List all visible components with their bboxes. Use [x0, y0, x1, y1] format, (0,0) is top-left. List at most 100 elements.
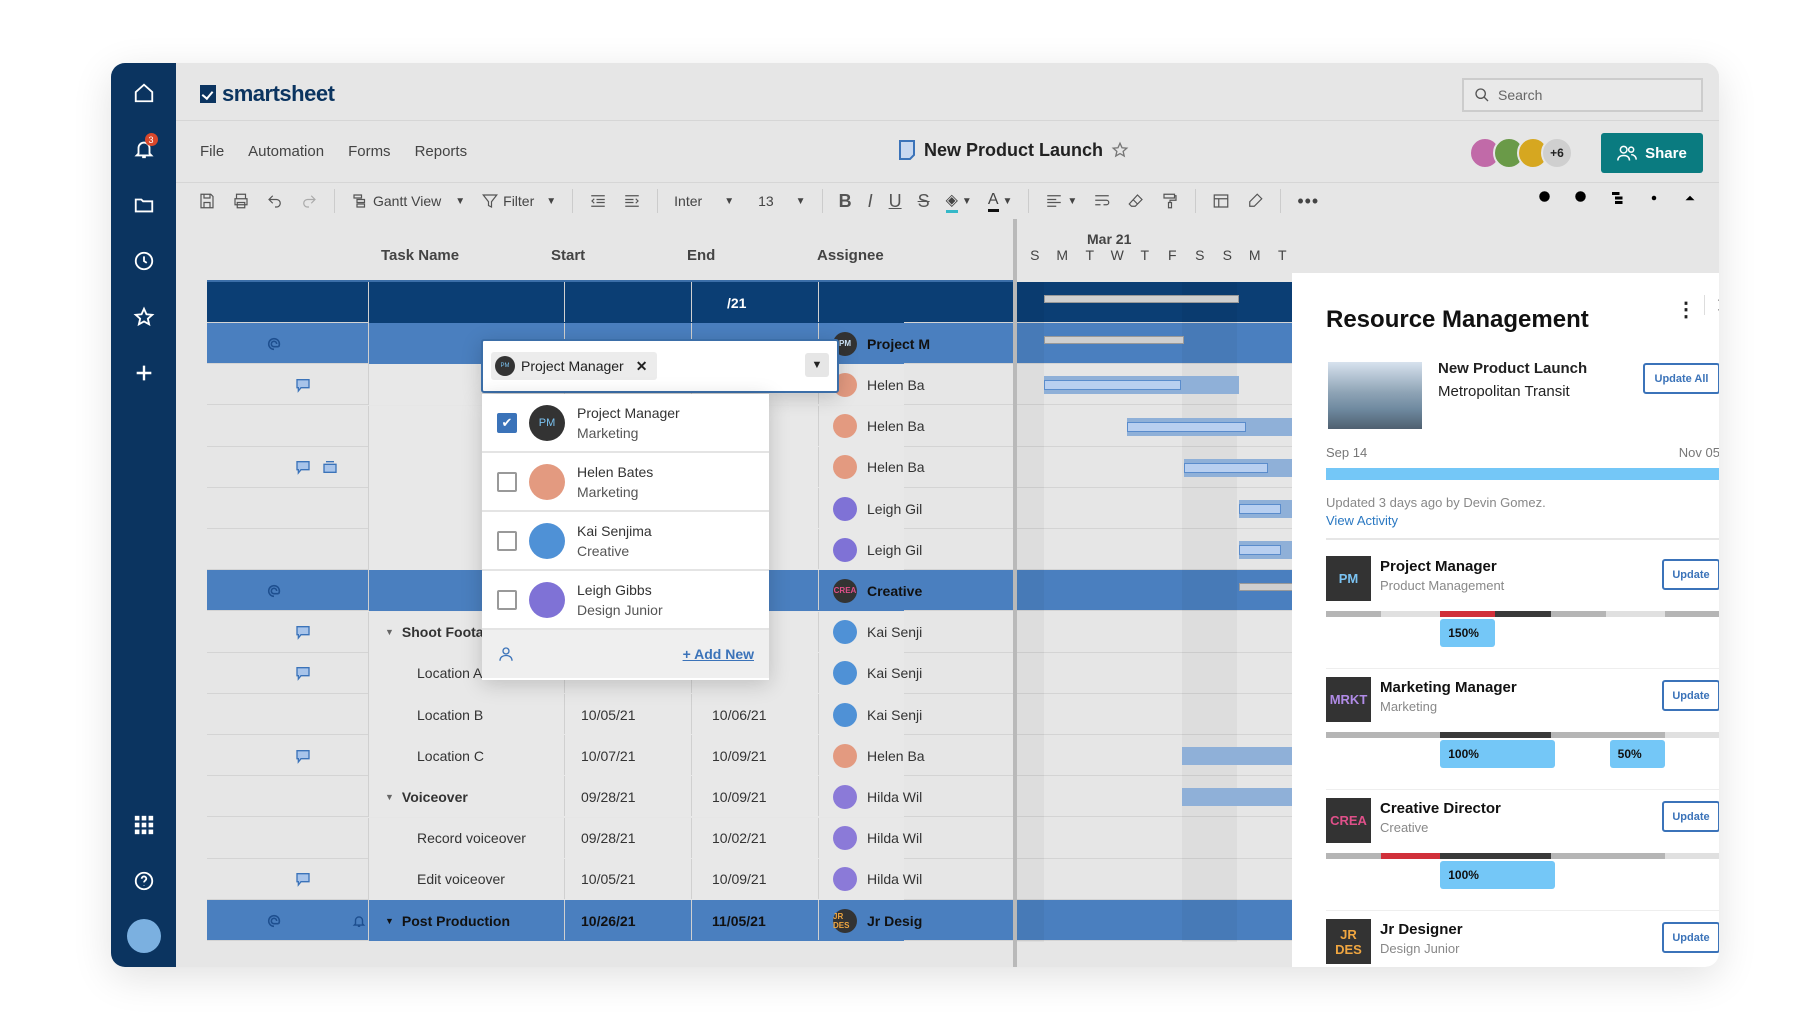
assignee-multiselect-input[interactable]: PM Project Manager ✕ ▼ — [481, 339, 839, 393]
comment-icon[interactable] — [295, 735, 311, 776]
collaborator-avatars[interactable]: +6 — [1469, 137, 1573, 169]
attachment-icon[interactable] — [265, 900, 283, 941]
collapse-triangle-icon[interactable]: ▼ — [385, 792, 394, 802]
outdent-button[interactable] — [589, 192, 607, 210]
italic-button[interactable]: I — [868, 191, 873, 212]
font-size-select[interactable]: 13 ▼ — [758, 193, 805, 209]
gantt-task-bar[interactable] — [1182, 788, 1297, 807]
assignee-cell[interactable]: Hilda Wil — [833, 818, 1013, 859]
dropdown-option[interactable]: Kai Senjima Creative — [482, 512, 769, 571]
view-activity-link[interactable]: View Activity — [1326, 513, 1398, 528]
close-panel-icon[interactable]: ✕ — [1716, 293, 1719, 319]
comment-icon[interactable] — [295, 364, 311, 405]
gantt-task-bar[interactable] — [1127, 417, 1297, 436]
end-date-cell[interactable]: /21 — [727, 282, 746, 323]
option-checkbox[interactable] — [497, 471, 517, 492]
dropdown-toggle-button[interactable]: ▼ — [805, 353, 829, 377]
gantt-task-bar[interactable] — [1182, 747, 1297, 766]
end-date-cell[interactable]: 10/02/21 — [712, 818, 767, 859]
end-date-cell[interactable]: 10/09/21 — [712, 859, 767, 900]
recent-clock-icon[interactable] — [128, 245, 160, 277]
grid-view-button[interactable] — [1212, 192, 1230, 210]
column-header-assignee[interactable]: Assignee — [817, 247, 884, 264]
font-family-select[interactable]: Inter ▼ — [674, 193, 734, 209]
update-all-button[interactable]: Update All — [1643, 363, 1719, 394]
proof-icon[interactable] — [322, 447, 338, 488]
favorites-star-icon[interactable] — [128, 301, 160, 333]
dropdown-option[interactable]: Helen Bates Marketing — [482, 453, 769, 512]
indent-button[interactable] — [623, 192, 641, 210]
assignee-cell[interactable]: Helen Ba — [833, 364, 1013, 405]
remove-chip-icon[interactable]: ✕ — [636, 358, 648, 375]
assignee-cell[interactable]: Helen Ba — [833, 447, 1013, 488]
collapse-chevron-up-icon[interactable] — [1681, 189, 1699, 207]
user-avatar[interactable] — [126, 919, 161, 953]
menu-forms[interactable]: Forms — [348, 143, 391, 160]
assignee-cell[interactable]: Kai Senji — [833, 694, 1013, 735]
text-color-button[interactable]: A ▼ — [987, 191, 1012, 212]
zoom-in-icon[interactable] — [1573, 189, 1591, 207]
clear-format-button[interactable] — [1127, 192, 1145, 210]
gantt-task-bar[interactable] — [1239, 500, 1299, 518]
view-selector[interactable]: Gantt View ▼ — [351, 192, 465, 210]
apps-grid-icon[interactable] — [128, 809, 160, 841]
bold-button[interactable]: B — [839, 191, 852, 212]
assignee-cell[interactable]: Hilda Wil — [833, 776, 1013, 817]
dropdown-option[interactable]: Leigh Gibbs Design Junior — [482, 571, 769, 630]
gantt-settings-icon[interactable] — [1609, 189, 1627, 207]
end-date-cell[interactable]: 11/05/21 — [712, 900, 766, 941]
folder-icon[interactable] — [128, 189, 160, 221]
update-button[interactable]: Update — [1662, 801, 1719, 832]
start-date-cell[interactable]: 09/28/21 — [581, 776, 636, 817]
comment-icon[interactable] — [295, 859, 311, 900]
more-options-button[interactable]: ••• — [1297, 191, 1319, 212]
comment-icon[interactable] — [295, 447, 311, 488]
assignee-cell[interactable]: Kai Senji — [833, 612, 1013, 653]
start-date-cell[interactable]: 10/05/21 — [581, 859, 636, 900]
update-button[interactable]: Update — [1662, 680, 1719, 711]
task-name-cell[interactable]: Record voiceover — [417, 818, 526, 859]
gantt-summary-bar[interactable] — [1044, 336, 1184, 345]
smartsheet-logo[interactable]: smartsheet — [200, 81, 335, 107]
column-header-end[interactable]: End — [687, 247, 715, 264]
zoom-out-icon[interactable] — [1537, 189, 1555, 207]
notifications-icon[interactable]: 3 — [128, 133, 160, 165]
gantt-task-bar[interactable] — [1239, 541, 1299, 560]
task-name-cell[interactable]: Location A — [417, 653, 482, 694]
panel-more-icon[interactable]: ⋮ — [1676, 297, 1696, 322]
format-painter-button[interactable] — [1161, 192, 1179, 210]
align-button[interactable]: ▼ — [1045, 192, 1077, 210]
start-date-cell[interactable]: 10/07/21 — [581, 735, 636, 776]
search-input[interactable]: Search — [1462, 78, 1703, 112]
dropdown-option[interactable]: ✔ PM Project Manager Marketing — [482, 394, 769, 453]
task-name-cell[interactable]: Edit voiceover — [417, 859, 505, 900]
gantt-summary-bar[interactable] — [1239, 583, 1299, 592]
fill-color-button[interactable]: ◈ ▼ — [945, 190, 972, 213]
assignee-cell[interactable]: CREA Creative — [833, 570, 1013, 611]
menu-reports[interactable]: Reports — [415, 143, 468, 160]
wrap-text-button[interactable] — [1093, 192, 1111, 210]
option-checkbox[interactable] — [497, 589, 517, 610]
redo-button[interactable] — [300, 192, 318, 210]
allocation-percent[interactable]: 100% — [1440, 861, 1555, 889]
filter-button[interactable]: Filter ▼ — [481, 192, 556, 210]
start-date-cell[interactable]: 10/05/21 — [581, 694, 636, 735]
print-button[interactable] — [232, 192, 250, 210]
task-name-cell[interactable]: ▼ Post Production — [385, 900, 510, 941]
undo-button[interactable] — [266, 192, 284, 210]
end-date-cell[interactable]: 10/09/21 — [712, 735, 767, 776]
collapse-triangle-icon[interactable]: ▼ — [385, 916, 394, 926]
add-new-link[interactable]: + Add New — [683, 646, 754, 662]
allocation-percent[interactable]: 100% — [1440, 740, 1555, 768]
favorite-star-icon[interactable] — [1111, 141, 1129, 159]
update-button[interactable]: Update — [1662, 922, 1719, 953]
start-date-cell[interactable]: 10/26/21 — [581, 900, 636, 941]
menu-file[interactable]: File — [200, 143, 224, 160]
reminder-icon[interactable] — [352, 900, 366, 941]
settings-gear-icon[interactable] — [1645, 189, 1663, 207]
end-date-cell[interactable]: 10/09/21 — [712, 776, 767, 817]
allocation-percent[interactable]: 150% — [1440, 619, 1496, 647]
create-plus-icon[interactable] — [128, 357, 160, 389]
gantt-summary-bar[interactable] — [1044, 295, 1239, 303]
assignee-cell[interactable]: Helen Ba — [833, 406, 1013, 447]
